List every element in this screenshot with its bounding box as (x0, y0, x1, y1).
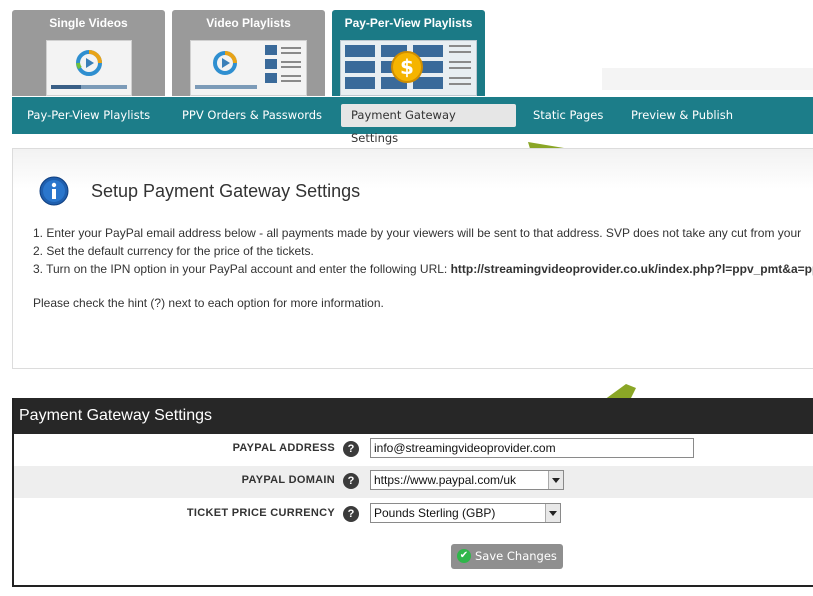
help-icon[interactable]: ? (343, 441, 359, 457)
ppv-dollar-icon: $ (340, 40, 477, 96)
info-panel: Setup Payment Gateway Settings 1. Enter … (12, 148, 813, 369)
info-icon (39, 176, 69, 206)
instruction-line: 1. Enter your PayPal email address below… (33, 226, 802, 240)
video-player-icon (46, 40, 132, 96)
settings-header: Payment Gateway Settings (14, 398, 813, 434)
sub-navigation: Pay-Per-View Playlists PPV Orders & Pass… (12, 97, 813, 145)
chevron-down-icon (548, 471, 563, 489)
tab-label: Pay-Per-View Playlists (344, 16, 473, 30)
paypal-address-input[interactable]: info@streamingvideoprovider.com (370, 438, 694, 458)
tab-single-videos[interactable]: Single Videos (12, 10, 165, 96)
paypal-domain-row: PAYPAL DOMAIN ? https://www.paypal.com/u… (14, 466, 813, 498)
nav-preview-publish[interactable]: Preview & Publish (621, 104, 743, 127)
top-right-strip (602, 68, 813, 90)
nav-payment-gateway-settings[interactable]: Payment Gateway Settings (341, 104, 516, 145)
currency-label: TICKET PRICE CURRENCY (186, 507, 335, 519)
svg-text:$: $ (400, 55, 414, 79)
save-changes-button[interactable]: ✔ Save Changes (451, 544, 563, 569)
hint-note: Please check the hint (?) next to each o… (33, 296, 384, 310)
page-title: Setup Payment Gateway Settings (91, 181, 361, 201)
help-icon[interactable]: ? (343, 506, 359, 522)
tab-pay-per-view-playlists[interactable]: Pay-Per-View Playlists $ (332, 10, 485, 96)
payment-gateway-settings-panel: Payment Gateway Settings PAYPAL ADDRESS … (12, 398, 813, 587)
ipn-url: http://streamingvideoprovider.co.uk/inde… (450, 262, 813, 276)
instructions: 1. Enter your PayPal email address below… (33, 224, 813, 278)
paypal-address-label: PAYPAL ADDRESS (232, 442, 335, 454)
help-icon[interactable]: ? (343, 473, 359, 489)
instruction-line: 2. Set the default currency for the pric… (33, 244, 314, 258)
tab-video-playlists[interactable]: Video Playlists (172, 10, 325, 96)
currency-row: TICKET PRICE CURRENCY ? Pounds Sterling … (14, 499, 813, 531)
currency-select[interactable]: Pounds Sterling (GBP) (370, 503, 561, 523)
tab-label: Video Playlists (206, 16, 291, 30)
instruction-line: 3. Turn on the IPN option in your PayPal… (33, 260, 813, 278)
paypal-domain-label: PAYPAL DOMAIN (241, 474, 335, 486)
tab-label: Single Videos (49, 16, 128, 30)
nav-ppv-orders-passwords[interactable]: PPV Orders & Passwords (172, 104, 332, 127)
playlist-icon (190, 40, 307, 96)
chevron-down-icon (545, 504, 560, 522)
checkmark-icon: ✔ (457, 549, 471, 563)
paypal-address-row: PAYPAL ADDRESS ? info@streamingvideoprov… (14, 434, 813, 466)
paypal-domain-select[interactable]: https://www.paypal.com/uk (370, 470, 564, 490)
nav-static-pages[interactable]: Static Pages (523, 104, 613, 127)
nav-pay-per-view-playlists[interactable]: Pay-Per-View Playlists (17, 104, 160, 127)
